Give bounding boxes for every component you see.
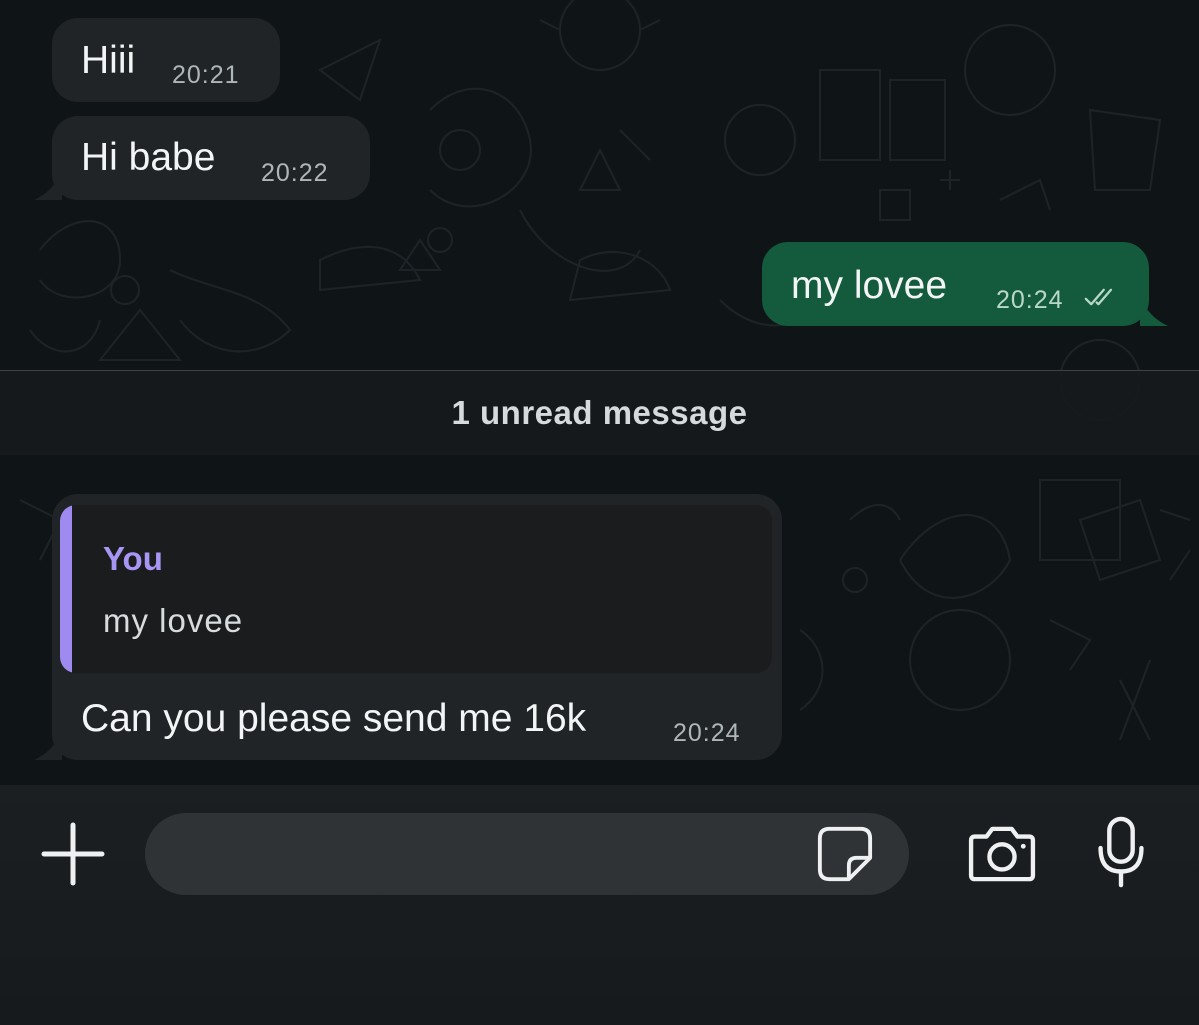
microphone-icon[interactable] <box>1096 815 1146 889</box>
chat-area[interactable]: Hiii 20:21 Hi babe 20:22 my lovee 20:24 … <box>0 0 1199 785</box>
message-bubble-outgoing[interactable]: my lovee 20:24 <box>762 242 1149 326</box>
double-check-read-icon <box>1084 288 1113 306</box>
message-time: 20:24 <box>996 286 1064 314</box>
message-bubble-incoming[interactable]: Hiii 20:21 <box>52 18 280 102</box>
message-text: Hiii <box>81 39 136 82</box>
message-input[interactable] <box>145 813 909 895</box>
camera-icon[interactable] <box>965 825 1039 883</box>
message-text: Can you please send me 16k <box>81 697 587 740</box>
reply-quote[interactable]: You my lovee <box>60 505 772 673</box>
unread-divider-label: 1 unread message <box>451 394 748 431</box>
message-time: 20:24 <box>673 719 741 747</box>
message-text: my lovee <box>791 264 948 307</box>
reply-author: You <box>103 540 163 577</box>
message-time: 20:22 <box>261 159 329 187</box>
sticker-icon[interactable] <box>816 825 874 883</box>
unread-divider: 1 unread message <box>0 370 1199 455</box>
plus-icon[interactable] <box>38 819 108 889</box>
reply-accent-bar <box>60 505 72 673</box>
message-time: 20:21 <box>172 61 240 89</box>
message-text: Hi babe <box>81 136 216 179</box>
composer-bar <box>0 785 1199 1025</box>
message-bubble-incoming[interactable]: Hi babe 20:22 <box>52 116 370 200</box>
reply-text: my lovee <box>103 602 244 639</box>
